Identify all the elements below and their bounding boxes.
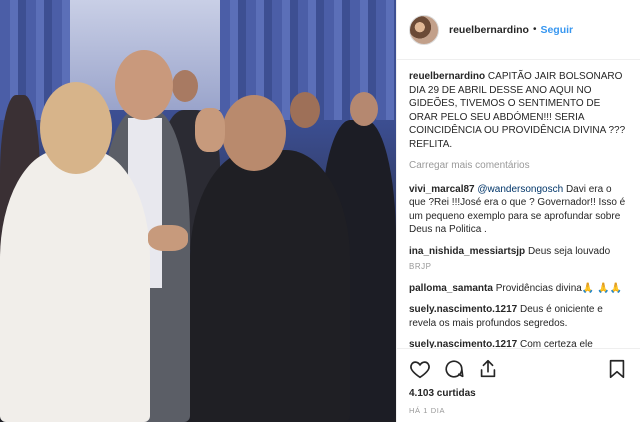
raised-hand <box>195 108 225 152</box>
caption-text: CAPITÃO JAIR BOLSONARO DIA 29 DE ABRIL D… <box>409 71 626 150</box>
post-date[interactable]: HÁ 1 DIA <box>397 402 640 422</box>
comment-username[interactable]: suely.nascimento.1217 <box>409 339 517 348</box>
comment-sub-label: BRJP <box>409 262 432 271</box>
post-photo[interactable] <box>0 0 396 422</box>
crowd-head <box>290 92 320 128</box>
share-icon[interactable] <box>477 358 499 380</box>
likes-count[interactable]: 4.103 curtidas <box>397 388 640 402</box>
separator-dot: • <box>532 24 537 35</box>
instagram-post: reuelbernardino • Seguir reuelbernardino… <box>0 0 640 422</box>
woman-head <box>40 82 112 174</box>
man-dark-suit <box>190 150 350 422</box>
man-dark-head <box>222 95 286 171</box>
action-bar <box>397 348 640 388</box>
crowd-head <box>350 92 378 126</box>
comment-item: suely.nascimento.1217 Com certeza ele <box>409 338 628 348</box>
crowd-head <box>172 70 198 102</box>
post-header: reuelbernardino • Seguir <box>397 0 640 60</box>
heart-icon[interactable] <box>409 358 431 380</box>
comments-section: reuelbernardino CAPITÃO JAIR BOLSONARO D… <box>397 60 640 348</box>
hand <box>148 225 188 251</box>
comment-username[interactable]: vivi_marcal87 <box>409 184 475 195</box>
comment-username[interactable]: ina_nishida_messiartsjp <box>409 246 525 257</box>
comment-username[interactable]: palloma_samanta <box>409 283 493 294</box>
comment-item: vivi_marcal87 @wandersongosch Davi era o… <box>409 183 628 237</box>
comment-text: Com certeza ele <box>517 339 593 348</box>
follow-button[interactable]: Seguir <box>540 24 573 36</box>
comment-item: suely.nascimento.1217 Deus é oniciente e… <box>409 303 628 330</box>
comment-text: Providências divina🙏 🙏🙏 <box>492 282 623 294</box>
comment-mention[interactable]: @wandersongosch <box>477 184 563 195</box>
caption-username[interactable]: reuelbernardino <box>409 71 485 82</box>
man-head <box>115 50 173 120</box>
header-username[interactable]: reuelbernardino <box>449 24 529 36</box>
woman-white-jacket <box>0 150 150 422</box>
post-sidebar: reuelbernardino • Seguir reuelbernardino… <box>396 0 640 422</box>
avatar[interactable] <box>409 14 439 45</box>
load-more-comments-link[interactable]: Carregar mais comentários <box>409 159 628 173</box>
comment-username[interactable]: suely.nascimento.1217 <box>409 304 517 315</box>
comment-item: ina_nishida_messiartsjp Deus seja louvad… <box>409 245 628 274</box>
comment-text: Deus seja louvado <box>525 245 611 257</box>
comment-icon[interactable] <box>443 358 465 380</box>
comment-item: palloma_samanta Providências divina🙏 🙏🙏 <box>409 282 628 296</box>
bookmark-icon[interactable] <box>606 358 628 380</box>
caption: reuelbernardino CAPITÃO JAIR BOLSONARO D… <box>409 70 628 151</box>
